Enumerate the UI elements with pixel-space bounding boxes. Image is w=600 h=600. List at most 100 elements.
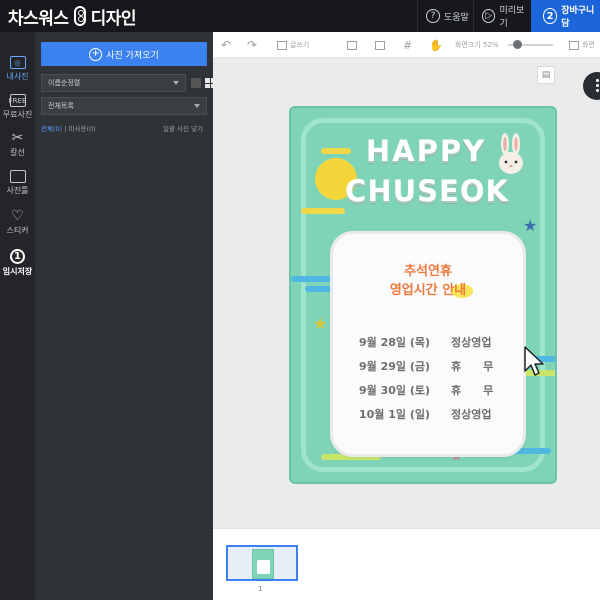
notice-title-line1: 추석연휴 <box>404 264 452 279</box>
layout-icon[interactable] <box>347 38 360 52</box>
schedule-row: 9월 30일 (토) 휴 무 <box>359 382 509 398</box>
undo-icon[interactable]: ↶ <box>221 38 231 52</box>
rail-item-stickers[interactable]: ♡ 스티커 <box>0 204 35 242</box>
cart-label: 장바구니 담 <box>561 6 595 29</box>
cloud-decoration <box>305 286 335 292</box>
cloud-decoration <box>301 208 345 214</box>
schedule-date: 9월 29일 (금) <box>359 360 431 373</box>
schedule-date: 9월 30일 (토) <box>359 384 431 397</box>
logo-mark-icon <box>73 6 86 26</box>
rail-item-my-photos[interactable]: ◎ 내사진 <box>0 50 35 88</box>
left-rail: ◎ 내사진 FREE 무료사진 ✂ 칼선 사진틀 ♡ 스티커 1 임시저장 <box>0 32 35 600</box>
number-one-icon: 1 <box>10 249 25 264</box>
cloud-decoration <box>291 276 331 282</box>
mouse-cursor-icon <box>524 346 544 376</box>
step-number-icon: 2 <box>543 8 558 24</box>
schedule-row: 10월 1일 (일) 정상영업 <box>359 406 509 422</box>
rail-item-frames[interactable]: 사진틀 <box>0 164 35 202</box>
dot-icon <box>596 79 599 82</box>
rail-label: 칼선 <box>10 148 25 157</box>
chevron-down-icon <box>194 104 200 108</box>
hand-icon[interactable]: ✋ <box>429 38 443 52</box>
chevron-down-icon <box>173 81 179 85</box>
question-icon: ? <box>426 9 440 23</box>
notice-title-line2: 영업시간 안내 <box>389 283 467 298</box>
sort-select[interactable]: 이름순정렬 <box>41 74 186 92</box>
grid-icon[interactable]: # <box>403 38 412 52</box>
photo-filters: 전체(0) | 미사용(0) 일괄 사진 넣기 <box>41 123 203 133</box>
fit-screen-icon <box>569 40 579 50</box>
import-label: 사진 가져오기 <box>106 50 159 61</box>
schedule-row: 9월 28일 (목) 정상영업 <box>359 334 509 350</box>
dot-icon <box>596 89 599 92</box>
rail-label: 임시저장 <box>2 267 33 276</box>
schedule-status: 휴 무 <box>451 360 494 373</box>
filter-all-link[interactable]: 전체(0) <box>41 125 62 133</box>
list-value: 전체목록 <box>48 102 74 110</box>
poster-headline-happy: HAPPY <box>365 134 487 168</box>
text-box-icon <box>277 40 287 50</box>
import-photos-button[interactable]: + 사진 가져오기 <box>41 42 207 66</box>
help-button[interactable]: ? 도움말 <box>417 0 473 32</box>
rail-label: 사진틀 <box>6 186 29 195</box>
page-thumbnail[interactable] <box>226 545 298 581</box>
rail-label: 내사진 <box>6 72 29 81</box>
redo-icon[interactable]: ↷ <box>247 38 257 52</box>
dot-icon <box>596 84 599 87</box>
free-badge-icon: FREE <box>9 94 26 107</box>
photo-panel: + 사진 가져오기 이름순정렬 전체목록 전체(0) | 미사용(0) 일괄 사… <box>35 32 229 600</box>
page-settings-icon[interactable]: ▤ <box>537 66 555 84</box>
heart-icon: ♡ <box>11 208 24 224</box>
help-label: 도움말 <box>444 12 469 23</box>
cloud-decoration <box>321 454 381 460</box>
rail-label: 무료사진 <box>2 110 33 119</box>
star-decoration: ★ <box>523 216 538 235</box>
bulk-add-link[interactable]: 일괄 사진 넣기 <box>163 123 203 133</box>
text-tool-label: 글쓰기 <box>290 41 310 49</box>
preview-button[interactable]: ▷ 미리보기 <box>473 0 531 32</box>
preview-label: 미리보기 <box>499 6 525 29</box>
add-to-cart-button[interactable]: 2 장바구니 담 <box>531 0 600 32</box>
logo-text-left: 차스워스 <box>8 8 69 29</box>
poster-design[interactable]: ★ ★ ★ HAPPY CHUSEOK 추석연휴 영업시간 안내 9월 28일 … <box>289 106 557 484</box>
logo-text-right: 디자인 <box>90 8 137 29</box>
more-options-button[interactable] <box>583 72 600 100</box>
plus-icon: + <box>89 47 103 61</box>
schedule-date: 10월 1일 (일) <box>359 408 431 421</box>
list-select[interactable]: 전체목록 <box>41 97 207 115</box>
image-icon[interactable] <box>375 38 388 52</box>
schedule-date: 9월 28일 (목) <box>359 336 431 349</box>
schedule-status: 정상영업 <box>451 336 492 349</box>
list-view-icon[interactable] <box>191 78 201 88</box>
text-tool-button[interactable]: 글쓰기 <box>277 38 309 52</box>
star-decoration: ★ <box>313 314 328 333</box>
schedule-status: 정상영업 <box>451 408 492 421</box>
design-canvas[interactable]: ▤ ★ ★ ★ HAPPY CHUSEOK 추석연휴 영업시간 안내 9월 28… <box>213 58 600 528</box>
notice-title: 추석연휴 영업시간 안내 <box>333 262 523 300</box>
camera-icon: ◎ <box>9 56 26 69</box>
rabbit-icon <box>499 133 523 174</box>
cloud-decoration <box>321 148 351 154</box>
notice-card: 추석연휴 영업시간 안내 9월 28일 (목) 정상영업 9월 29일 (금) … <box>333 234 523 454</box>
scissors-icon: ✂ <box>11 130 24 146</box>
rail-item-free-photos[interactable]: FREE 무료사진 <box>0 88 35 126</box>
zoom-slider-handle[interactable] <box>513 40 522 49</box>
filter-unused-link[interactable]: 미사용(0) <box>69 125 96 133</box>
fit-screen-button[interactable]: 화면 <box>569 38 595 52</box>
sort-value: 이름순정렬 <box>48 79 81 87</box>
rail-label: 스티커 <box>6 226 29 235</box>
fit-screen-label: 화면 <box>582 41 595 49</box>
frame-icon <box>9 170 26 183</box>
rail-item-temp-save[interactable]: 1 임시저장 <box>0 244 35 282</box>
editor-toolbar: ↶ ↷ 글쓰기 # ✋ 화면크기 52% 화면 <box>213 32 600 58</box>
schedule-status: 휴 무 <box>451 384 494 397</box>
play-icon: ▷ <box>482 9 496 23</box>
schedule-row: 9월 29일 (금) 휴 무 <box>359 358 509 374</box>
page-strip: 1 <box>213 528 600 600</box>
app-logo[interactable]: 차스워스 디자인 <box>8 4 137 29</box>
page-number: 1 <box>258 585 263 593</box>
top-bar: 차스워스 디자인 ? 도움말 ▷ 미리보기 2 장바구니 담 <box>0 0 600 32</box>
thumbnail-preview <box>252 549 274 579</box>
zoom-label: 화면크기 52% <box>455 41 499 49</box>
rail-item-cut-line[interactable]: ✂ 칼선 <box>0 126 35 164</box>
